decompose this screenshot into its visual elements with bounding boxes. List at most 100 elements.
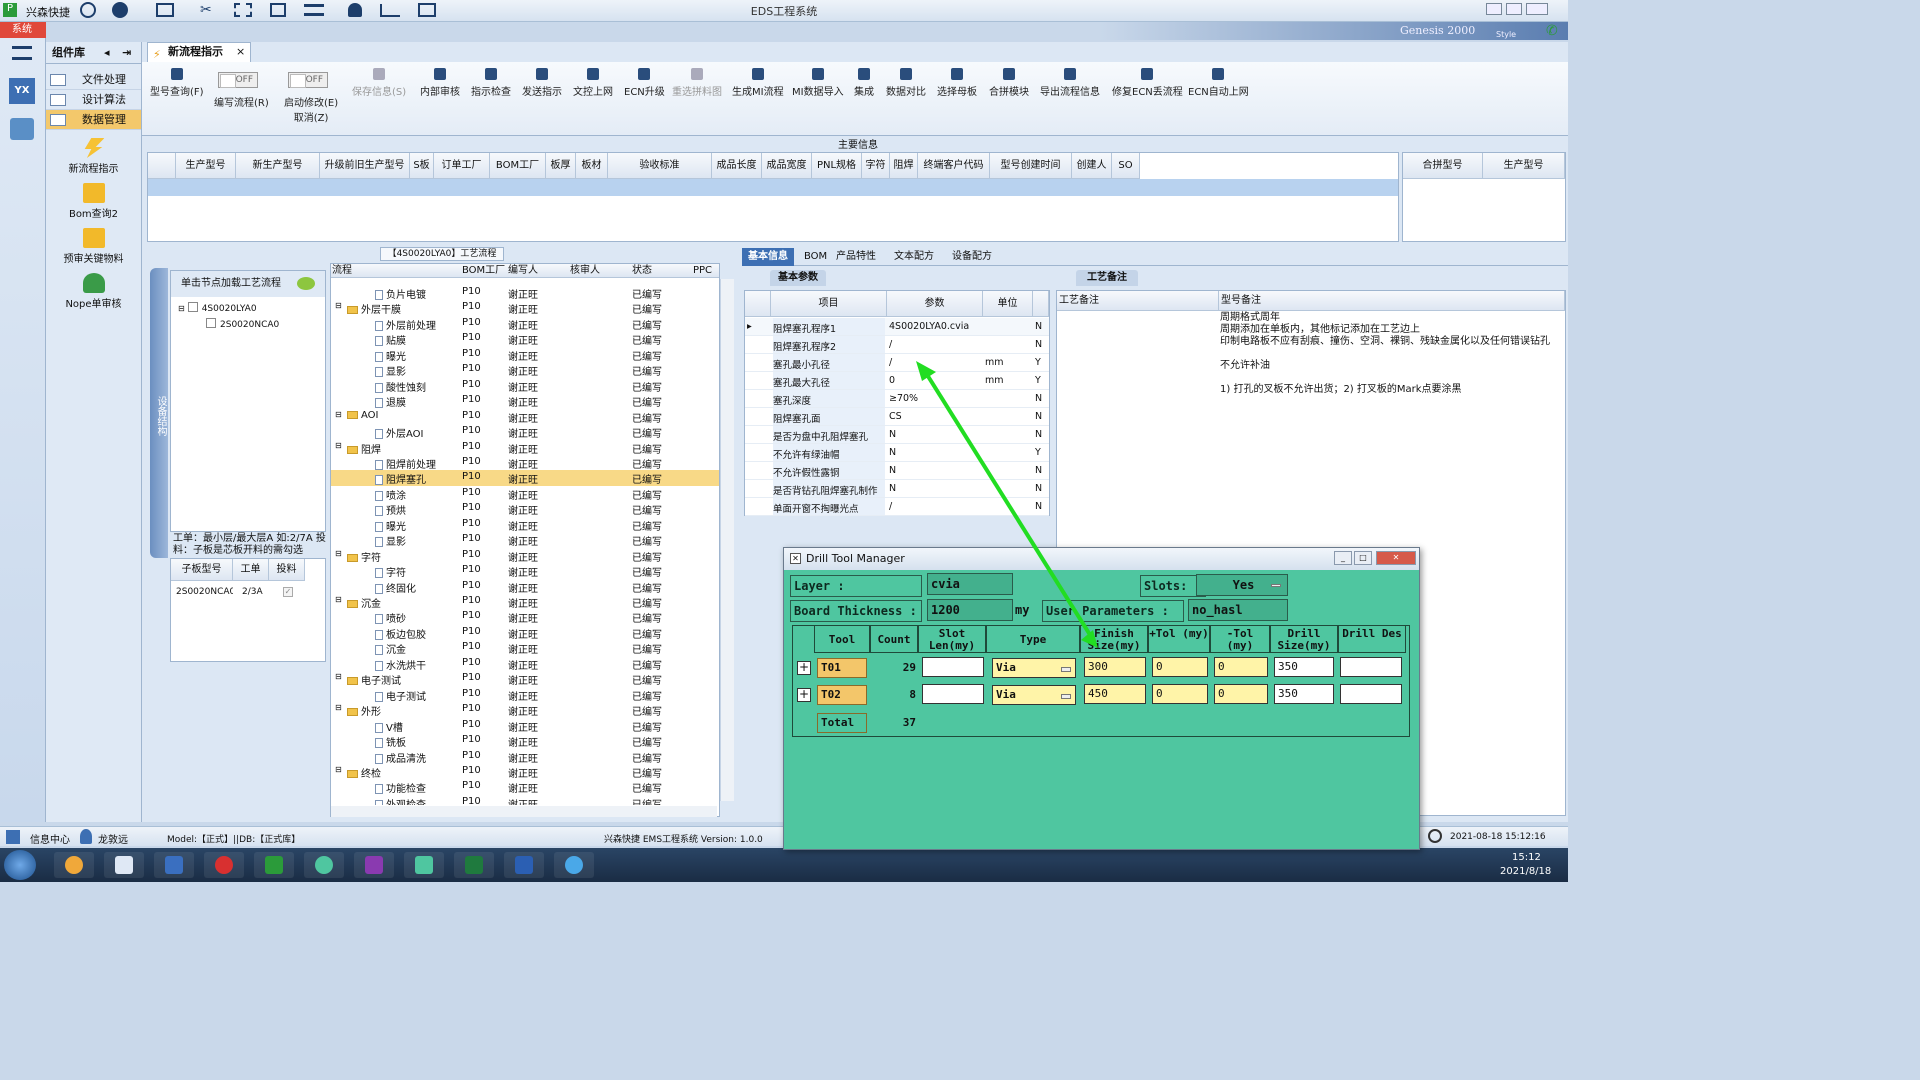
btn-generate-mi[interactable]: 生成MI流程 — [732, 68, 784, 98]
toggle-write-flow[interactable]: OFF — [218, 72, 258, 88]
start-button[interactable] — [4, 850, 36, 880]
flow-row[interactable]: V槽 P10 谢正旺 已编写 — [331, 718, 719, 734]
drill-size-input[interactable]: 350 — [1274, 684, 1334, 704]
taskbar-app-red[interactable] — [204, 852, 244, 878]
drill-des-input[interactable] — [1340, 657, 1402, 677]
btn-integrate[interactable]: 集成 — [854, 68, 874, 98]
flow-row[interactable]: ⊟ 外层干膜 P10 谢正旺 已编写 — [331, 300, 719, 316]
grid-header[interactable]: 订单工厂 — [434, 153, 490, 179]
btn-save-info[interactable]: 保存信息(S) — [352, 68, 406, 98]
tree-node-root[interactable]: ⊟ 4S0020LYA0 — [178, 302, 257, 314]
tab-detail-2[interactable]: 产品特性 — [830, 248, 882, 266]
dialog-close-button[interactable]: ✕ — [1376, 551, 1416, 565]
type-select[interactable]: Via — [992, 658, 1076, 678]
col-status[interactable]: 状态 — [632, 264, 652, 278]
cell[interactable]: 2S0020NCA0 — [173, 584, 233, 600]
grid-header[interactable]: S板 — [410, 153, 434, 179]
btn-internal-review[interactable]: 内部审核 — [420, 68, 460, 98]
nav-nope-review[interactable]: Nope单审核 — [46, 273, 141, 310]
dialog-minimize-button[interactable]: _ — [1334, 551, 1352, 565]
main-grid-selected-row[interactable] — [148, 179, 1398, 196]
taskbar-app-chat[interactable] — [554, 852, 594, 878]
thickness-input[interactable]: 1200 — [927, 599, 1013, 621]
taskbar-app-shell[interactable] — [54, 852, 94, 878]
plus-tol-input[interactable]: 0 — [1152, 657, 1208, 677]
col-ppc[interactable]: PPC — [693, 264, 712, 278]
collapse-icon[interactable]: ◂ — [104, 42, 110, 64]
flow-row[interactable]: 字符 P10 谢正旺 已编写 — [331, 563, 719, 579]
flow-row[interactable]: 阻焊塞孔 P10 谢正旺 已编写 — [331, 470, 719, 486]
grid-header[interactable]: 新生产型号 — [236, 153, 320, 179]
btn-select-mother[interactable]: 选择母板 — [937, 68, 977, 98]
taskbar-app-excel[interactable] — [454, 852, 494, 878]
grid-header[interactable]: 升级前旧生产型号 — [320, 153, 410, 179]
grid-header[interactable]: 终端客户代码 — [918, 153, 990, 179]
flow-row[interactable]: 铣板 P10 谢正旺 已编写 — [331, 733, 719, 749]
flow-row[interactable]: 贴膜 P10 谢正旺 已编写 — [331, 331, 719, 347]
plus-tol-input[interactable]: 0 — [1152, 684, 1208, 704]
nav-item-file[interactable]: 文件处理 — [46, 70, 141, 90]
windows-grid-icon[interactable] — [6, 830, 20, 844]
flow-row[interactable]: ⊟ 终检 P10 谢正旺 已编写 — [331, 764, 719, 780]
flow-row[interactable]: ⊟ AOI P10 谢正旺 已编写 — [331, 409, 719, 425]
expand-icon[interactable]: ⊟ — [335, 672, 342, 681]
expand-row-button[interactable]: + — [797, 688, 811, 702]
slot-len-input[interactable] — [922, 684, 984, 704]
param-row[interactable]: 阻焊塞孔面 CS N — [745, 408, 1049, 426]
dialog-maximize-button[interactable]: □ — [1354, 551, 1372, 565]
param-row[interactable]: 塞孔最大孔径 0 mm Y — [745, 372, 1049, 390]
nav-item-data[interactable]: 数据管理 — [46, 110, 141, 130]
btn-start-edit[interactable]: 启动修改(E) 取消(Z) — [284, 94, 338, 124]
btn-ecn-auto[interactable]: ECN自动上网 — [1188, 68, 1249, 98]
pin-icon[interactable]: ⇥ — [122, 42, 131, 64]
tab-close-icon[interactable]: × — [236, 43, 245, 61]
col-drill-size[interactable]: Drill Size(my) — [1270, 625, 1338, 653]
col-count[interactable]: Count — [870, 625, 918, 653]
tab-detail-3[interactable]: 文本配方 — [888, 248, 940, 266]
taskbar-app-save[interactable] — [154, 852, 194, 878]
btn-fix-ecn[interactable]: 修复ECN丢流程 — [1112, 68, 1183, 98]
restore-button[interactable] — [1506, 3, 1522, 15]
flow-row[interactable]: 电子测试 P10 谢正旺 已编写 — [331, 687, 719, 703]
btn-data-compare[interactable]: 数据对比 — [886, 68, 926, 98]
flow-row[interactable]: 退膜 P10 谢正旺 已编写 — [331, 393, 719, 409]
flow-row[interactable]: 显影 P10 谢正旺 已编写 — [331, 362, 719, 378]
minus-tol-input[interactable]: 0 — [1214, 657, 1268, 677]
grid-header[interactable]: 阻焊 — [890, 153, 918, 179]
expand-icon[interactable]: ⊟ — [335, 441, 342, 450]
param-row[interactable]: 塞孔最小孔径 / mm Y — [745, 354, 1049, 372]
menu-icon[interactable] — [12, 46, 32, 60]
flow-row[interactable]: ⊟ 电子测试 P10 谢正旺 已编写 — [331, 671, 719, 687]
feed-checkbox[interactable]: ✓ — [283, 587, 293, 597]
flow-row[interactable]: ⊟ 沉金 P10 谢正旺 已编写 — [331, 594, 719, 610]
grid-header[interactable]: 参数 — [887, 291, 983, 317]
flow-row[interactable]: 阻焊前处理 P10 谢正旺 已编写 — [331, 455, 719, 471]
phone-icon[interactable]: ✆ — [1546, 24, 1560, 38]
cell[interactable]: 2/3A — [239, 584, 269, 600]
expand-row-button[interactable]: + — [797, 661, 811, 675]
drill-des-input[interactable] — [1340, 684, 1402, 704]
layer-value[interactable]: cvia — [927, 573, 1013, 595]
minimize-button[interactable] — [1486, 3, 1502, 15]
grid-header[interactable]: 子板型号 — [171, 559, 233, 581]
flow-vscroll[interactable] — [720, 279, 734, 801]
flow-row[interactable]: 功能检查 P10 谢正旺 已编写 — [331, 779, 719, 795]
btn-model-query[interactable]: 型号查询(F) — [150, 68, 204, 98]
param-row[interactable]: ▸ 阻焊塞孔程序1 4S0020LYA0.cvia N — [745, 318, 1049, 336]
flow-row[interactable]: 预烘 P10 谢正旺 已编写 — [331, 501, 719, 517]
btn-send[interactable]: 发送指示 — [522, 68, 562, 98]
btn-merge-module[interactable]: 合拼模块 — [989, 68, 1029, 98]
taskbar-app-word[interactable] — [504, 852, 544, 878]
grid-header[interactable]: 创建人 — [1072, 153, 1112, 179]
param-row[interactable]: 单面开窗不掏曝光点 / N — [745, 498, 1049, 516]
param-row[interactable]: 阻焊塞孔程序2 / N — [745, 336, 1049, 354]
col-minus-tol[interactable]: -Tol (my) — [1210, 625, 1270, 653]
col-tool[interactable]: Tool — [814, 625, 870, 653]
expand-icon[interactable]: ⊟ — [335, 410, 342, 419]
btn-write-flow[interactable]: 编写流程(R) — [214, 94, 269, 109]
grid-header[interactable]: 板材 — [576, 153, 608, 179]
flow-row[interactable]: 曝光 P10 谢正旺 已编写 — [331, 347, 719, 363]
grid-header[interactable]: 合拼型号 — [1403, 153, 1483, 179]
grid-header[interactable]: 生产型号 — [176, 153, 236, 179]
grid-header[interactable]: 板厚 — [546, 153, 576, 179]
